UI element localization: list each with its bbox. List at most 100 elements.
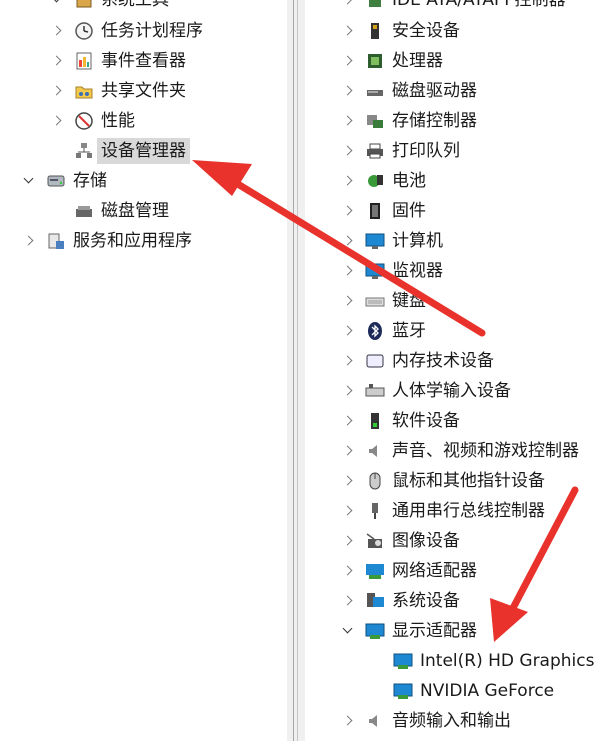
tree-item-label: 磁盘管理	[101, 201, 169, 221]
device-category-display-adapters[interactable]: 显示适配器	[341, 616, 477, 646]
chevron-right-icon[interactable]	[341, 114, 355, 128]
chevron-right-icon[interactable]	[341, 714, 355, 728]
device-label: 通用串行总线控制器	[392, 501, 545, 521]
tree-item-disk-management[interactable]: 磁盘管理	[74, 196, 169, 226]
device-category-audio-io[interactable]: 音频输入和输出	[341, 706, 511, 736]
device-label: 监视器	[392, 261, 443, 281]
device-label: 固件	[392, 201, 426, 221]
chevron-right-icon[interactable]	[341, 84, 355, 98]
chevron-right-icon[interactable]	[341, 354, 355, 368]
chevron-down-icon[interactable]	[50, 0, 64, 7]
shared-folder-icon	[74, 81, 94, 101]
device-category-software-devices[interactable]: 软件设备	[341, 406, 460, 436]
chevron-down-icon[interactable]	[341, 624, 355, 638]
device-intel-hd-graphics[interactable]: Intel(R) HD Graphics	[393, 646, 594, 676]
device-category-usb-controllers[interactable]: 通用串行总线控制器	[341, 496, 545, 526]
device-category-hid[interactable]: 人体学输入设备	[341, 376, 511, 406]
processor-icon	[365, 51, 385, 71]
device-label: 打印队列	[392, 141, 460, 161]
chevron-right-icon[interactable]	[50, 24, 64, 38]
security-device-icon	[365, 21, 385, 41]
device-nvidia-geforce[interactable]: NVIDIA GeForce	[393, 676, 554, 706]
device-category-monitors[interactable]: 监视器	[341, 256, 443, 286]
chevron-right-icon[interactable]	[341, 534, 355, 548]
chevron-right-icon[interactable]	[341, 504, 355, 518]
pane-splitter[interactable]	[287, 0, 305, 741]
chevron-right-icon[interactable]	[341, 474, 355, 488]
tree-item-system-tools[interactable]: 系统工具	[50, 0, 169, 15]
device-label: 图像设备	[392, 531, 460, 551]
bluetooth-icon	[365, 321, 385, 341]
device-category-print-queues[interactable]: 打印队列	[341, 136, 460, 166]
chevron-right-icon[interactable]	[50, 114, 64, 128]
chevron-right-icon[interactable]	[341, 384, 355, 398]
chevron-right-icon[interactable]	[341, 294, 355, 308]
device-label: 存储控制器	[392, 111, 477, 131]
chevron-right-icon[interactable]	[341, 54, 355, 68]
tree-item-storage[interactable]: 存储	[22, 166, 107, 196]
device-category-computer[interactable]: 计算机	[341, 226, 443, 256]
device-category-ide-ata[interactable]: IDE ATA/ATAPI 控制器	[341, 0, 566, 15]
chevron-right-icon[interactable]	[341, 204, 355, 218]
speaker-icon	[365, 441, 385, 461]
device-label: 声音、视频和游戏控制器	[392, 441, 579, 461]
console-tree-pane: 系统工具 任务计划程序 事件查看器 共享文件夹 性能 设备管理器 存储 磁盘管理…	[0, 0, 287, 741]
device-label: 网络适配器	[392, 561, 477, 581]
memory-device-icon	[365, 351, 385, 371]
storage-icon	[46, 171, 66, 191]
chevron-right-icon[interactable]	[341, 0, 355, 7]
tree-item-event-viewer[interactable]: 事件查看器	[50, 46, 186, 76]
device-category-system-devices[interactable]: 系统设备	[341, 586, 460, 616]
tree-item-shared-folders[interactable]: 共享文件夹	[50, 76, 186, 106]
device-category-memory-technology[interactable]: 内存技术设备	[341, 346, 494, 376]
tree-item-label: 事件查看器	[101, 51, 186, 71]
device-category-processors[interactable]: 处理器	[341, 46, 443, 76]
device-category-batteries[interactable]: 电池	[341, 166, 426, 196]
device-category-disk-drives[interactable]: 磁盘驱动器	[341, 76, 477, 106]
device-label: 计算机	[392, 231, 443, 251]
ide-controller-icon	[365, 0, 385, 10]
chevron-right-icon[interactable]	[341, 414, 355, 428]
tree-item-performance[interactable]: 性能	[50, 106, 135, 136]
tree-item-label: 存储	[73, 171, 107, 191]
tree-item-label: 服务和应用程序	[73, 231, 192, 251]
chevron-down-icon[interactable]	[22, 174, 36, 188]
device-label: IDE ATA/ATAPI 控制器	[392, 0, 566, 10]
tree-item-task-scheduler[interactable]: 任务计划程序	[50, 16, 203, 46]
display-adapter-icon	[365, 621, 385, 641]
chevron-right-icon[interactable]	[50, 54, 64, 68]
device-category-mice[interactable]: 鼠标和其他指针设备	[341, 466, 545, 496]
device-category-network-adapters[interactable]: 网络适配器	[341, 556, 477, 586]
device-label: Intel(R) HD Graphics	[420, 651, 595, 671]
chevron-right-icon[interactable]	[341, 24, 355, 38]
chevron-right-icon[interactable]	[341, 444, 355, 458]
device-label: 内存技术设备	[392, 351, 494, 371]
usb-icon	[365, 501, 385, 521]
chevron-right-icon[interactable]	[341, 264, 355, 278]
printer-icon	[365, 141, 385, 161]
chevron-right-icon[interactable]	[50, 84, 64, 98]
device-category-security-devices[interactable]: 安全设备	[341, 16, 460, 46]
device-label: 处理器	[392, 51, 443, 71]
device-label: 音频输入和输出	[392, 711, 511, 731]
display-adapter-icon	[393, 681, 413, 701]
device-category-bluetooth[interactable]: 蓝牙	[341, 316, 426, 346]
device-category-firmware[interactable]: 固件	[341, 196, 426, 226]
storage-controller-icon	[365, 111, 385, 131]
tree-item-services-apps[interactable]: 服务和应用程序	[22, 226, 192, 256]
device-category-sound-video-game[interactable]: 声音、视频和游戏控制器	[341, 436, 579, 466]
device-category-storage-controllers[interactable]: 存储控制器	[341, 106, 477, 136]
battery-icon	[365, 171, 385, 191]
chevron-right-icon[interactable]	[341, 324, 355, 338]
device-category-imaging-devices[interactable]: 图像设备	[341, 526, 460, 556]
device-category-keyboards[interactable]: 键盘	[341, 286, 426, 316]
chevron-right-icon[interactable]	[341, 234, 355, 248]
display-adapter-icon	[393, 651, 413, 671]
chevron-right-icon[interactable]	[341, 564, 355, 578]
chevron-right-icon[interactable]	[22, 234, 36, 248]
chevron-right-icon[interactable]	[341, 174, 355, 188]
chevron-right-icon[interactable]	[341, 144, 355, 158]
device-label: 安全设备	[392, 21, 460, 41]
chevron-right-icon[interactable]	[341, 594, 355, 608]
tree-item-device-manager[interactable]: 设备管理器	[74, 136, 190, 166]
